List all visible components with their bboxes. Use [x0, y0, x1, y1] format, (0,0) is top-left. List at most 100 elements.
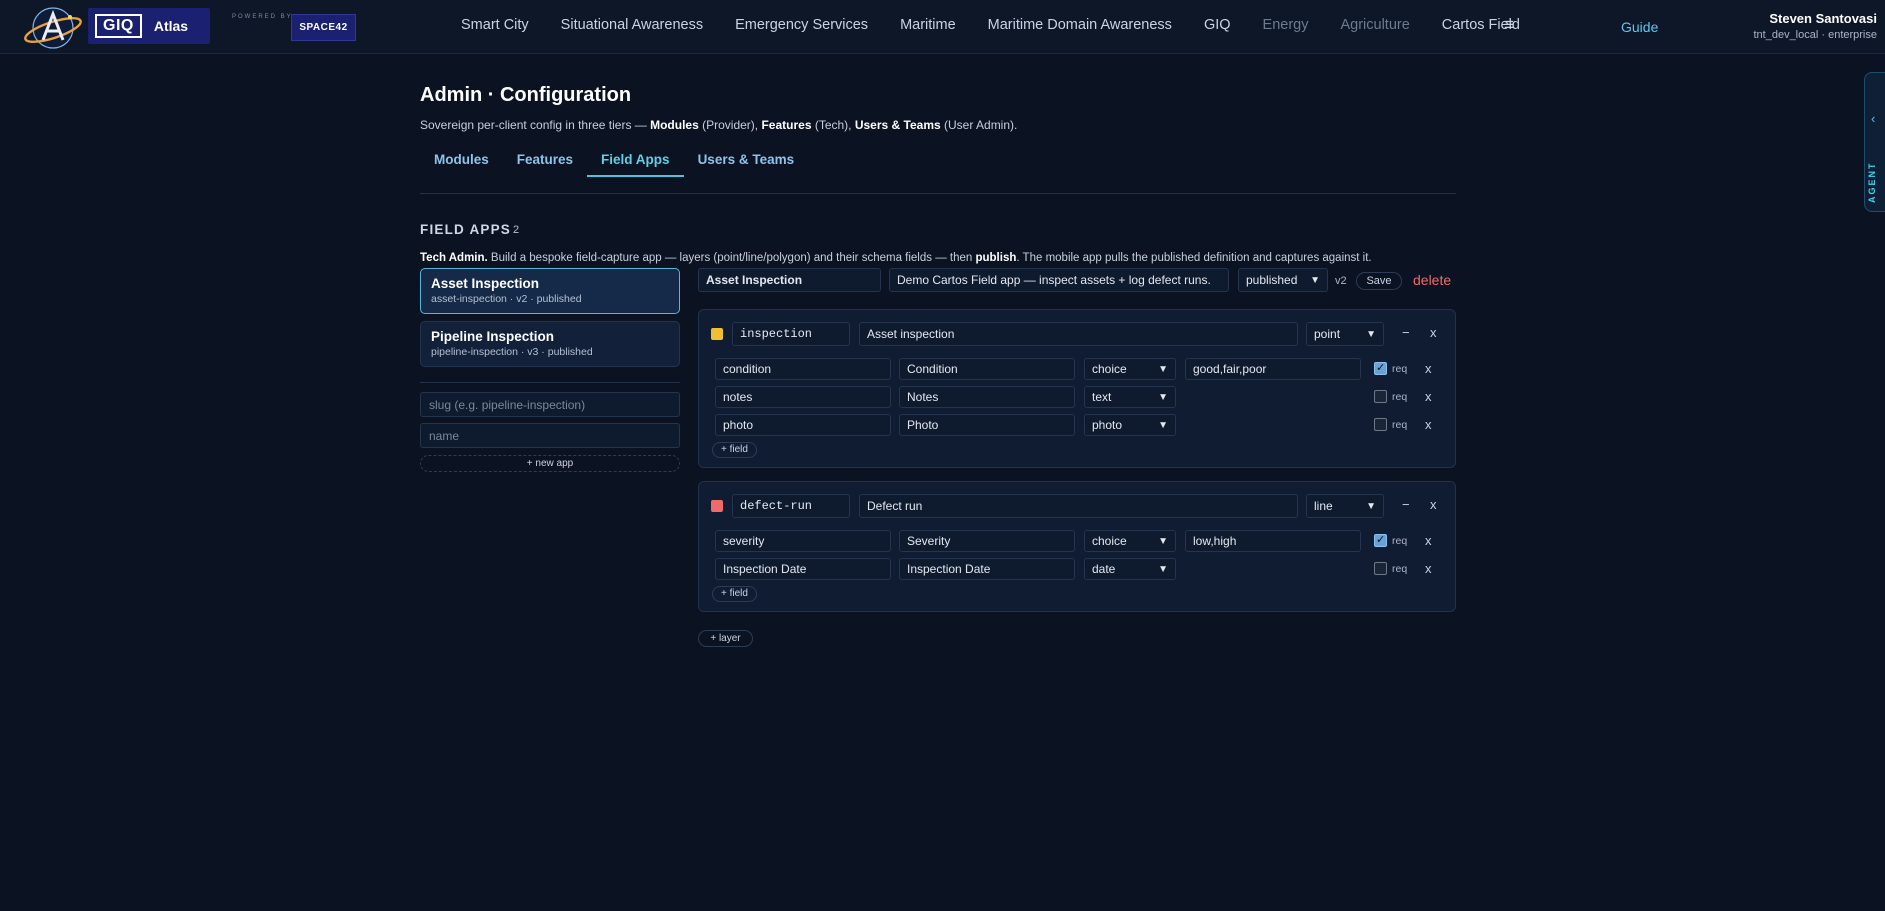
remove-layer-icon[interactable]: x — [1430, 325, 1437, 340]
required-label: req — [1392, 535, 1408, 547]
remove-field-icon[interactable]: x — [1425, 561, 1432, 576]
save-button[interactable]: Save — [1356, 272, 1402, 290]
field-type-select[interactable]: choice ▼ — [1084, 358, 1176, 380]
brand-name: Atlas — [153, 18, 189, 34]
page-title: Admin · Configuration — [420, 84, 632, 106]
field-options-input[interactable] — [1185, 358, 1361, 380]
nav-item-agriculture[interactable]: Agriculture — [1340, 17, 1409, 33]
status-value: published — [1246, 273, 1298, 287]
required-checkbox[interactable] — [1374, 361, 1387, 375]
layer-card-inspection: point ▼ − x choice ▼ req x text ▼ req x pho… — [698, 309, 1456, 468]
remove-layer-icon[interactable]: x — [1430, 497, 1437, 512]
guide-link[interactable]: Guide — [1621, 19, 1658, 35]
nav-item-energy[interactable]: Energy — [1263, 17, 1309, 33]
required-checkbox[interactable] — [1374, 418, 1387, 431]
agent-panel-tab[interactable]: ‹ AGENT — [1864, 72, 1885, 212]
nav-item-giq[interactable]: GIQ — [1204, 17, 1231, 33]
geometry-select[interactable]: point ▼ — [1306, 322, 1384, 346]
field-type-select[interactable]: date ▼ — [1084, 558, 1176, 580]
add-field-button[interactable]: + field — [712, 586, 757, 602]
nav-item-emergency-services[interactable]: Emergency Services — [735, 17, 868, 33]
geometry-value: point — [1314, 327, 1341, 341]
remove-field-icon[interactable]: x — [1425, 389, 1432, 404]
geometry-value: line — [1314, 499, 1333, 513]
nav-item-smart-city[interactable]: Smart City — [461, 17, 529, 33]
list-divider — [420, 382, 680, 383]
nav-item-maritime-domain-awareness[interactable]: Maritime Domain Awareness — [988, 17, 1172, 33]
layer-title-input[interactable] — [859, 322, 1298, 346]
tab-modules[interactable]: Modules — [420, 150, 503, 177]
tab-users-teams[interactable]: Users & Teams — [684, 150, 809, 177]
user-name[interactable]: Steven Santovasi — [1769, 11, 1877, 26]
chevron-down-icon: ▼ — [1158, 535, 1168, 547]
geometry-select[interactable]: line ▼ — [1306, 494, 1384, 518]
app-card-asset-inspection[interactable]: Asset Inspection asset-inspection · v2 ·… — [420, 268, 680, 314]
field-type-select[interactable]: photo ▼ — [1084, 414, 1176, 436]
required-label: req — [1392, 419, 1408, 431]
required-checkbox[interactable] — [1374, 390, 1387, 403]
section-title: FIELD APPS — [420, 222, 512, 237]
agent-label: AGENT — [1867, 161, 1877, 204]
layer-card-defect-run: line ▼ − x choice ▼ req x date ▼ req x + fi… — [698, 481, 1456, 612]
tab-features[interactable]: Features — [503, 150, 587, 177]
section-count: 2 — [513, 224, 520, 236]
brand-short: GIQ — [95, 14, 142, 38]
field-type-select[interactable]: choice ▼ — [1084, 530, 1176, 552]
add-layer-button[interactable]: + layer — [698, 630, 753, 647]
remove-field-icon[interactable]: x — [1425, 417, 1432, 432]
section-description: Tech Admin. Build a bespoke field-captur… — [420, 252, 1372, 264]
powered-by-label: POWERED BY — [232, 14, 293, 20]
field-key-input[interactable] — [715, 530, 891, 552]
chevron-down-icon: ▼ — [1158, 363, 1168, 375]
field-type-value: date — [1092, 562, 1116, 576]
add-field-button[interactable]: + field — [712, 442, 757, 458]
app-name: Pipeline Inspection — [431, 329, 555, 344]
chevron-down-icon: ▼ — [1158, 391, 1168, 403]
field-type-value: photo — [1092, 418, 1123, 432]
new-app-button[interactable]: + new app — [420, 455, 680, 472]
field-key-input[interactable] — [715, 558, 891, 580]
tab-field-apps[interactable]: Field Apps — [587, 150, 684, 177]
layer-slug-input[interactable] — [732, 322, 850, 346]
page-subtitle: Sovereign per-client config in three tie… — [420, 118, 1018, 132]
new-app-name-input[interactable] — [420, 423, 680, 448]
delete-button[interactable]: delete — [1413, 272, 1451, 288]
nav-item-maritime[interactable]: Maritime — [900, 17, 956, 33]
field-options-input[interactable] — [1185, 530, 1361, 552]
hamburger-icon[interactable]: ≡ — [1504, 15, 1514, 35]
chevron-down-icon: ▼ — [1366, 328, 1376, 340]
layer-color-swatch[interactable] — [711, 500, 723, 512]
chevron-left-icon: ‹ — [1871, 111, 1876, 126]
remove-field-icon[interactable]: x — [1425, 533, 1432, 548]
field-key-input[interactable] — [715, 386, 891, 408]
layer-slug-input[interactable] — [732, 494, 850, 518]
app-name: Asset Inspection — [431, 276, 540, 291]
required-checkbox[interactable] — [1374, 533, 1387, 547]
field-label-input[interactable] — [899, 414, 1075, 436]
field-label-input[interactable] — [899, 558, 1075, 580]
field-key-input[interactable] — [715, 414, 891, 436]
chevron-down-icon: ▼ — [1158, 563, 1168, 575]
app-card-pipeline-inspection[interactable]: Pipeline Inspection pipeline-inspection … — [420, 321, 680, 367]
remove-field-icon[interactable]: x — [1425, 361, 1432, 376]
field-label-input[interactable] — [899, 358, 1075, 380]
field-type-value: text — [1092, 390, 1112, 404]
app-name-input[interactable] — [698, 268, 881, 292]
field-type-select[interactable]: text ▼ — [1084, 386, 1176, 408]
layer-color-swatch[interactable] — [711, 328, 723, 340]
field-key-input[interactable] — [715, 358, 891, 380]
atlas-logo-icon[interactable] — [22, 4, 84, 52]
status-select[interactable]: published ▼ — [1238, 268, 1328, 292]
app-meta: pipeline-inspection · v3 · published — [431, 346, 593, 358]
layer-title-input[interactable] — [859, 494, 1298, 518]
app-description-input[interactable] — [889, 268, 1229, 292]
chevron-down-icon: ▼ — [1366, 500, 1376, 512]
field-label-input[interactable] — [899, 530, 1075, 552]
required-checkbox[interactable] — [1374, 562, 1387, 575]
collapse-icon[interactable]: − — [1402, 497, 1410, 512]
field-label-input[interactable] — [899, 386, 1075, 408]
new-app-slug-input[interactable] — [420, 392, 680, 417]
collapse-icon[interactable]: − — [1402, 325, 1410, 340]
nav-item-situational-awareness[interactable]: Situational Awareness — [561, 17, 703, 33]
brand-box[interactable]: GIQ Atlas — [88, 8, 210, 44]
